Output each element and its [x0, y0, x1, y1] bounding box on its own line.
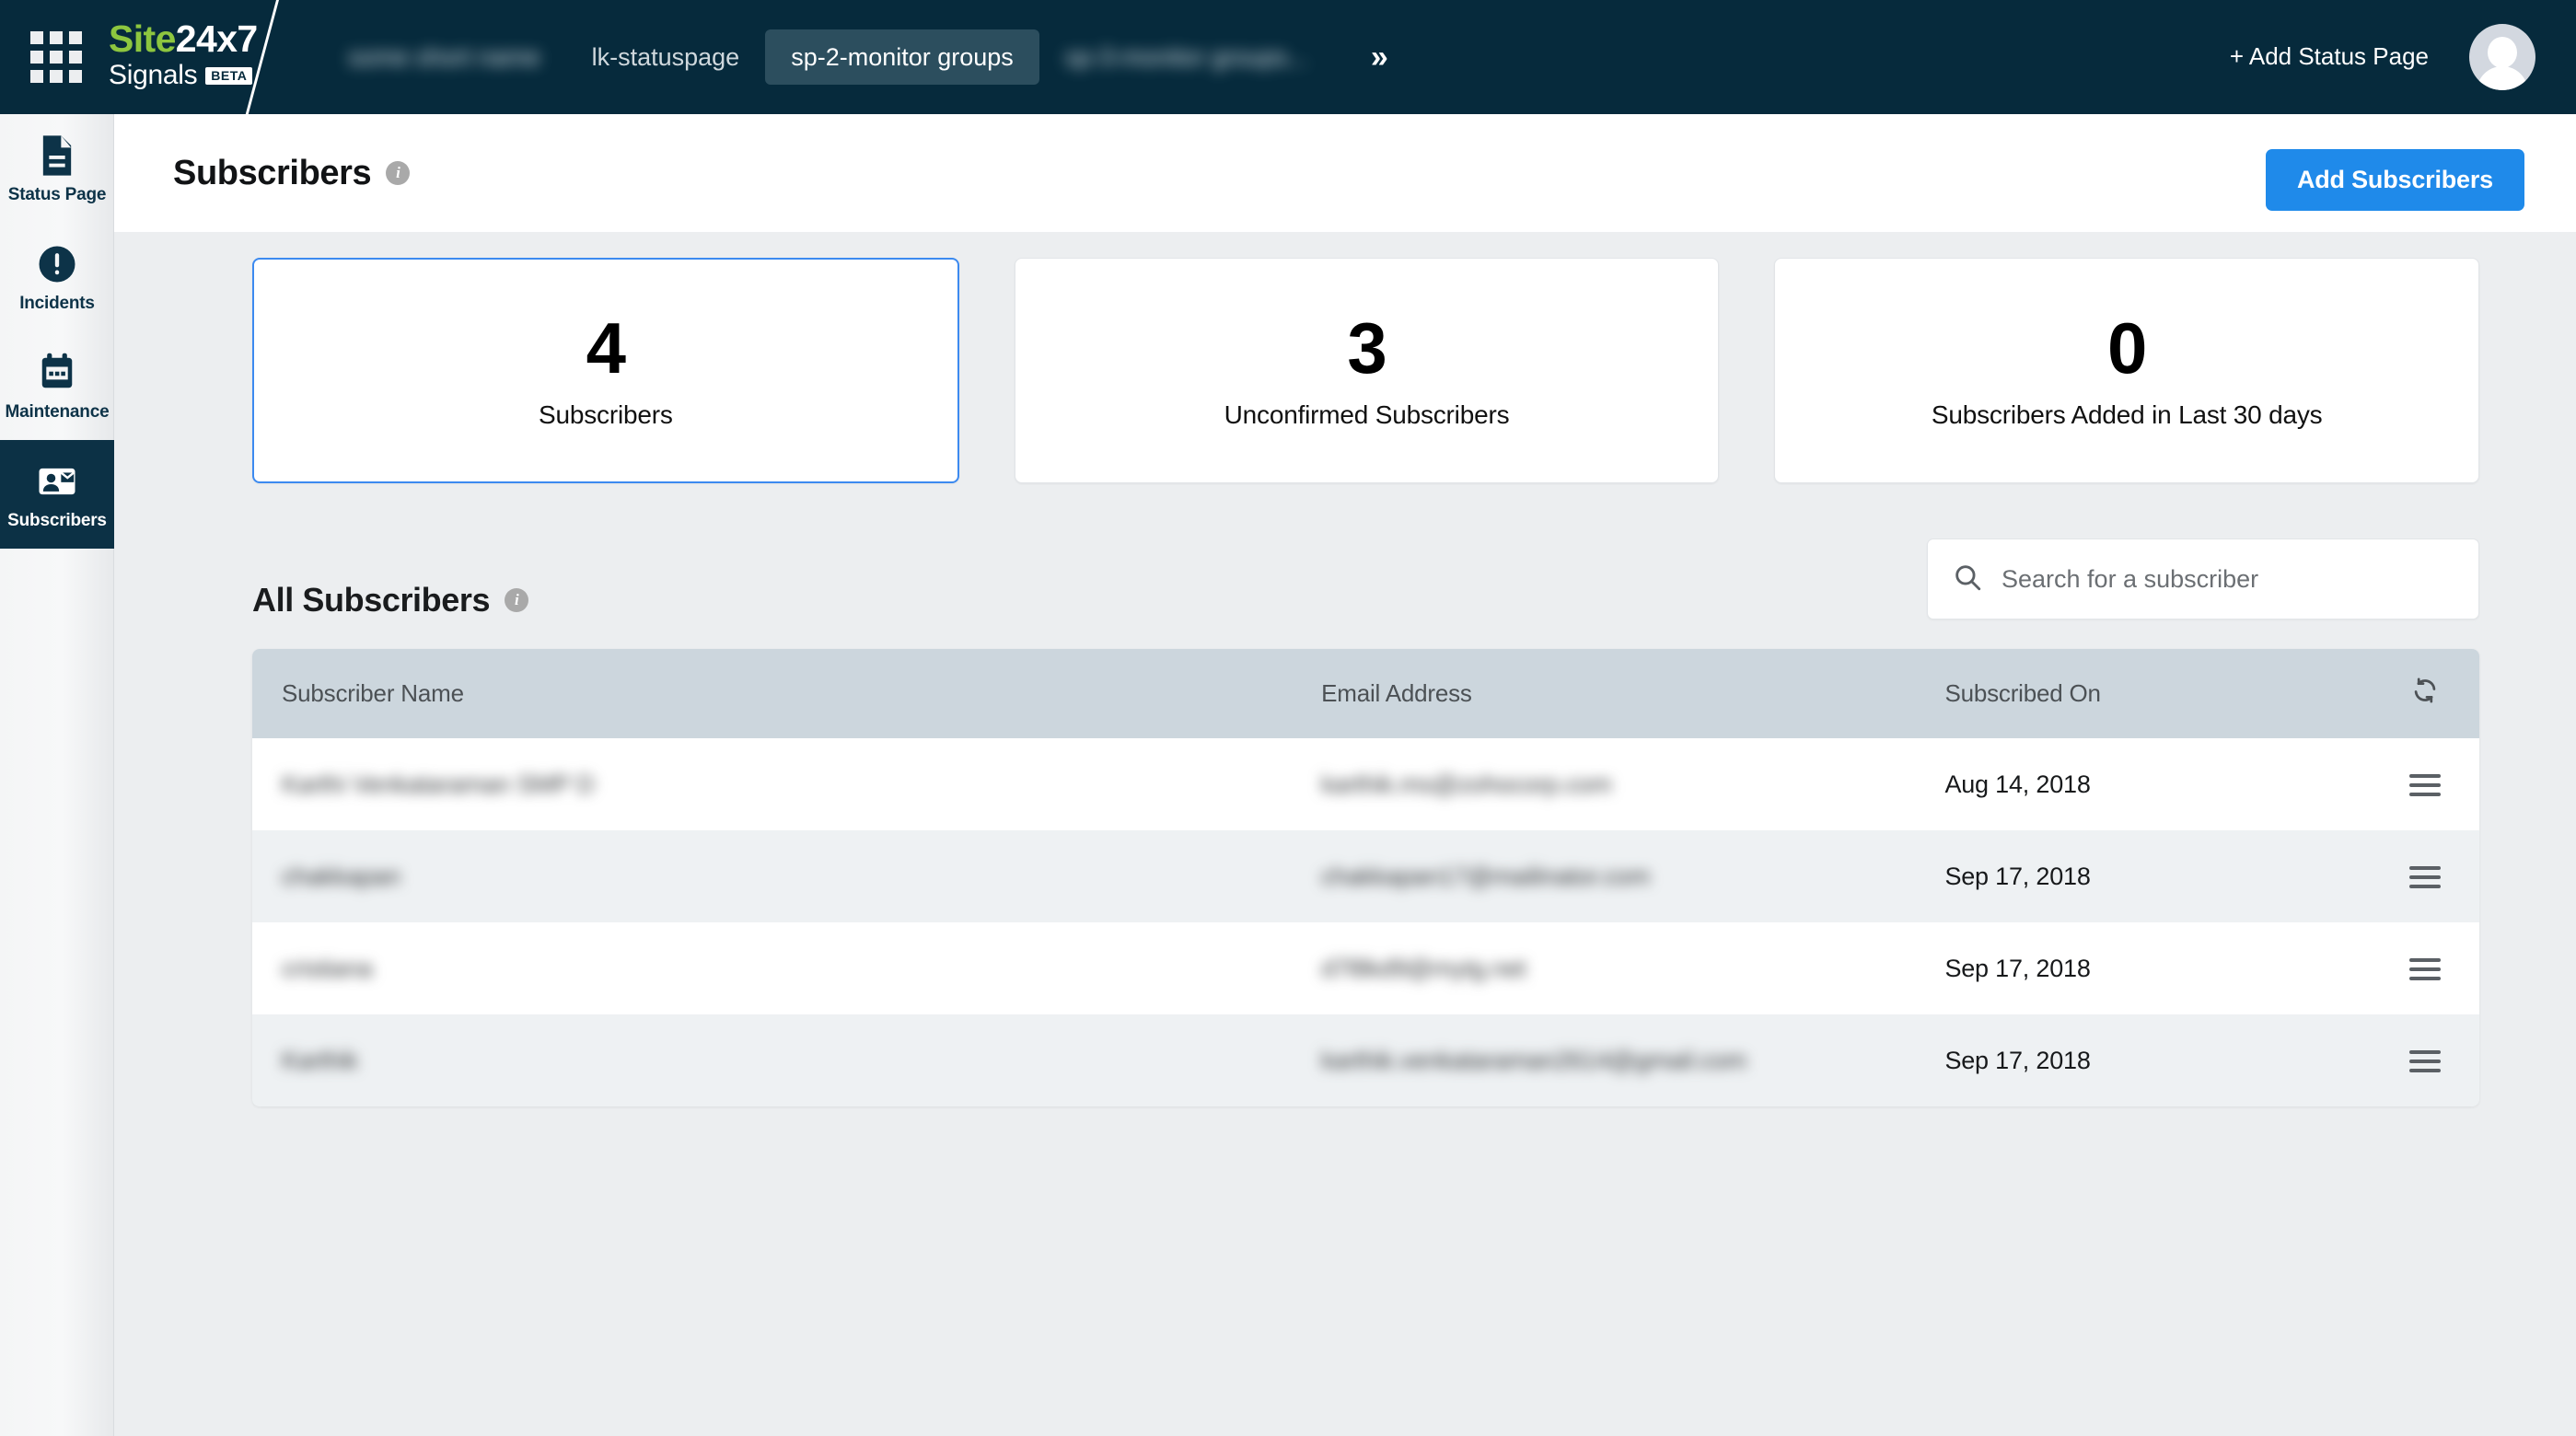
tab-some-short-name[interactable]: some short name — [322, 29, 566, 85]
column-header-subscribed-on[interactable]: Subscribed On — [1944, 649, 2346, 738]
contact-card-icon — [33, 457, 81, 505]
site24x7-logo[interactable]: Site24x7 Signals BETA — [109, 18, 293, 98]
user-avatar[interactable] — [2469, 24, 2535, 90]
row-menu-icon[interactable] — [2409, 958, 2441, 981]
cell-subscriber-name: cristiana — [252, 922, 1321, 1014]
subscriber-email-value: chakkapan17@mailinator.com — [1321, 862, 1651, 890]
stat-card-added-30-days[interactable]: 0 Subscribers Added in Last 30 days — [1774, 258, 2480, 483]
refresh-icon[interactable] — [2409, 675, 2441, 712]
table-row[interactable]: Karthik karthik.venkataraman2614@gmail.c… — [252, 1014, 2479, 1106]
column-header-actions — [2345, 649, 2479, 738]
top-navigation-bar: Site24x7 Signals BETA some short name lk… — [0, 0, 2576, 114]
subscriber-name-value: Karthik — [282, 1046, 358, 1074]
sidebar-label-status-page: Status Page — [7, 185, 107, 204]
column-header-email-address[interactable]: Email Address — [1321, 649, 1945, 738]
avatar-head-shape — [2488, 37, 2517, 68]
all-subscribers-info-icon[interactable]: i — [505, 588, 529, 612]
row-menu-icon[interactable] — [2409, 866, 2441, 889]
table-row[interactable]: chakkapan chakkapan17@mailinator.com Sep… — [252, 830, 2479, 922]
status-page-tabs: some short name lk-statuspage sp-2-monit… — [322, 0, 1394, 114]
table-header-row: Subscriber Name Email Address Subscribed… — [252, 649, 2479, 738]
add-subscribers-button[interactable]: Add Subscribers — [2265, 149, 2524, 211]
tabs-overflow-chevron-icon[interactable]: » — [1358, 40, 1394, 75]
row-menu-icon[interactable] — [2409, 774, 2441, 797]
calendar-icon — [33, 349, 81, 397]
subscriber-email-value: karthik.venkataraman2614@gmail.com — [1321, 1046, 1746, 1074]
all-subscribers-heading-text: All Subscribers — [252, 581, 491, 619]
sidebar-item-incidents[interactable]: Incidents — [0, 223, 114, 331]
sidebar-label-incidents: Incidents — [19, 294, 95, 313]
table-row[interactable]: cristiana d7l8kd9@mytg.net Sep 17, 2018 — [252, 922, 2479, 1014]
avatar-body-shape — [2477, 66, 2528, 90]
subscriber-name-value: chakkapan — [282, 862, 400, 890]
subscriber-search-box[interactable] — [1927, 538, 2479, 620]
sidebar-item-status-page[interactable]: Status Page — [0, 114, 114, 223]
cell-subscribed-on: Sep 17, 2018 — [1944, 862, 2091, 890]
search-icon — [1952, 562, 1983, 597]
sidebar-label-maintenance: Maintenance — [5, 402, 110, 422]
stat-card-subscribers-label: Subscribers — [539, 400, 673, 429]
left-sidebar: Status Page Incidents Maintenance Subscr… — [0, 114, 114, 1436]
stat-cards-row: 4 Subscribers 3 Unconfirmed Subscribers … — [114, 232, 2576, 483]
subscriber-email-value: d7l8kd9@mytg.net — [1321, 954, 1526, 982]
cell-row-actions — [2346, 1014, 2479, 1106]
cell-row-actions — [2346, 922, 2479, 1014]
cell-email-address: d7l8kd9@mytg.net — [1321, 922, 1944, 1014]
cell-subscribed-on: Sep 17, 2018 — [1944, 1046, 2091, 1074]
page-subheader: Subscribers i Add Subscribers — [114, 114, 2576, 232]
stat-card-unconfirmed[interactable]: 3 Unconfirmed Subscribers — [1014, 258, 1720, 483]
tab-lk-statuspage[interactable]: lk-statuspage — [566, 29, 766, 85]
cell-subscriber-name: chakkapan — [252, 830, 1321, 922]
page-title-text: Subscribers — [173, 153, 372, 192]
logo-product-name: Signals — [109, 60, 198, 90]
cell-subscriber-name: Karthi Venkataraman SMP D — [252, 738, 1321, 830]
cell-subscribed-on: Aug 14, 2018 — [1944, 770, 2091, 798]
subscriber-email-value: karthik.ms@zohocorp.com — [1321, 770, 1612, 798]
search-input[interactable] — [2002, 564, 2454, 594]
stat-card-unconfirmed-value: 3 — [1347, 307, 1387, 388]
logo-brand-suffix: 24x7 — [175, 17, 258, 60]
stat-card-subscribers[interactable]: 4 Subscribers — [252, 258, 959, 483]
document-icon — [33, 132, 81, 180]
cell-email-address: chakkapan17@mailinator.com — [1321, 830, 1944, 922]
sidebar-item-maintenance[interactable]: Maintenance — [0, 331, 114, 440]
cell-email-address: karthik.venkataraman2614@gmail.com — [1321, 1014, 1944, 1106]
table-row[interactable]: Karthi Venkataraman SMP D karthik.ms@zoh… — [252, 738, 2479, 830]
column-header-subscriber-name[interactable]: Subscriber Name — [252, 649, 1322, 738]
add-status-page-button[interactable]: + Add Status Page — [2230, 42, 2429, 71]
page-title-info-icon[interactable]: i — [386, 160, 411, 185]
page-title: Subscribers i — [173, 153, 411, 193]
cell-row-actions — [2346, 830, 2479, 922]
all-subscribers-heading: All Subscribers i — [252, 581, 529, 620]
stat-card-added-30-days-value: 0 — [2106, 307, 2147, 388]
sidebar-item-subscribers[interactable]: Subscribers — [0, 440, 114, 549]
alert-icon — [33, 240, 81, 288]
stat-card-subscribers-value: 4 — [586, 307, 626, 388]
tab-sp-2-monitor-groups[interactable]: sp-2-monitor groups — [765, 29, 1039, 86]
stat-card-unconfirmed-label: Unconfirmed Subscribers — [1224, 400, 1510, 429]
main-content: 4 Subscribers 3 Unconfirmed Subscribers … — [114, 232, 2576, 1436]
cell-subscriber-name: Karthik — [252, 1014, 1321, 1106]
list-section-header: All Subscribers i — [114, 483, 2576, 620]
cell-subscribed-on: Sep 17, 2018 — [1944, 954, 2091, 982]
sidebar-label-subscribers: Subscribers — [7, 511, 107, 530]
subscriber-name-value: cristiana — [282, 954, 373, 982]
cell-email-address: karthik.ms@zohocorp.com — [1321, 738, 1944, 830]
cell-row-actions — [2346, 738, 2479, 830]
logo-brand-prefix: Site — [109, 17, 176, 60]
stat-card-added-30-days-label: Subscribers Added in Last 30 days — [1931, 400, 2323, 429]
logo-beta-badge: BETA — [205, 66, 253, 85]
app-grid-icon[interactable] — [30, 31, 82, 83]
tab-sp-3-monitor-groups[interactable]: sp-3-monitor groups... — [1039, 29, 1334, 85]
row-menu-icon[interactable] — [2409, 1050, 2441, 1073]
subscriber-name-value: Karthi Venkataraman SMP D — [282, 770, 595, 798]
subscribers-table: Subscriber Name Email Address Subscribed… — [252, 649, 2479, 1106]
